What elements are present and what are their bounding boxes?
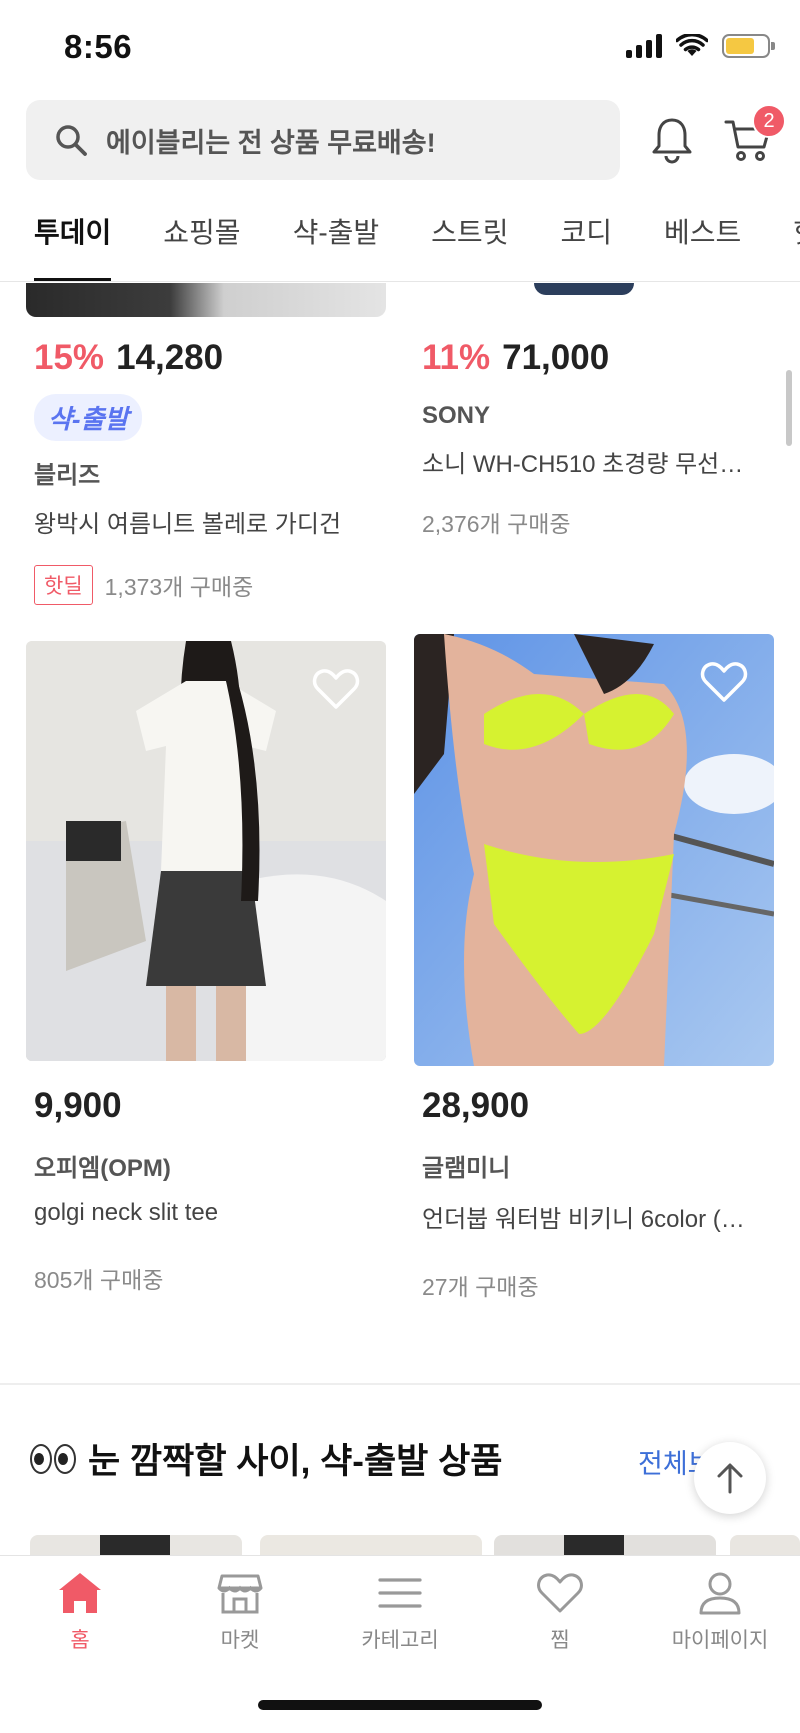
status-bar: 8:56 <box>0 0 800 96</box>
product-card[interactable]: 28,900 글램미니 언더붑 워터밤 비키니 6color (… 27개 구매… <box>422 1086 762 1302</box>
purchase-count: 2,376개 구매중 <box>422 511 571 537</box>
cart-button[interactable]: 2 <box>718 104 786 170</box>
price-row: 28,900 <box>422 1086 762 1126</box>
nav-home[interactable]: 홈 <box>0 1570 160 1654</box>
price: 9,900 <box>34 1086 122 1125</box>
product-name: golgi neck slit tee <box>34 1199 219 1226</box>
price-row: 9,900 <box>34 1086 396 1126</box>
discount-rate: 15% <box>34 338 105 377</box>
status-icons <box>626 34 775 58</box>
tab-hot[interactable]: 핫 <box>767 200 800 281</box>
section-title-text: 눈 깜짝할 사이, 샥-출발 상품 <box>88 1442 503 1481</box>
tab-shopping-mall[interactable]: 쇼핑몰 <box>137 200 266 281</box>
battery-icon <box>722 34 775 58</box>
search-placeholder: 에이블리는 전 상품 무료배송! <box>106 127 436 158</box>
product-image[interactable] <box>414 283 774 297</box>
search-input[interactable]: 에이블리는 전 상품 무료배송! <box>26 100 620 180</box>
purchase-count: 1,373개 구매중 <box>104 574 254 600</box>
product-card[interactable]: 9,900 오피엠(OPM) golgi neck slit tee 805개 … <box>34 1086 396 1295</box>
scrollbar[interactable] <box>786 370 792 446</box>
brand-name[interactable]: 오피엠(OPM) <box>34 1148 396 1183</box>
nav-label: 홈 <box>70 1629 90 1652</box>
tab-street[interactable]: 스트릿 <box>405 200 534 281</box>
section-title: 눈 깜짝할 사이, 샥-출발 상품 <box>30 1433 502 1484</box>
purchase-count: 805개 구매중 <box>34 1267 164 1293</box>
tab-best[interactable]: 베스트 <box>638 200 767 281</box>
product-image[interactable] <box>26 641 386 1061</box>
nav-label: 찜 <box>550 1629 570 1652</box>
product-name: 왕박시 여름니트 볼레로 가디건 <box>34 511 342 538</box>
price-row: 15% 14,280 <box>34 338 396 378</box>
product-meta: 27개 구매중 <box>422 1268 762 1302</box>
nav-category[interactable]: 카테고리 <box>320 1570 480 1654</box>
tab-today[interactable]: 투데이 <box>0 200 137 281</box>
nav-label: 마이페이지 <box>671 1629 769 1652</box>
product-meta: 805개 구매중 <box>34 1261 396 1295</box>
section-divider <box>0 1383 800 1385</box>
cart-count-badge: 2 <box>752 104 786 138</box>
scroll-to-top-button[interactable] <box>694 1442 766 1514</box>
product-image[interactable] <box>26 283 386 317</box>
nav-mypage[interactable]: 마이페이지 <box>640 1570 800 1654</box>
status-time: 8:56 <box>64 28 133 65</box>
price: 28,900 <box>422 1086 530 1125</box>
product-card[interactable]: 15% 14,280 샥-출발 블리즈 왕박시 여름니트 볼레로 가디건 핫딜 … <box>34 338 396 605</box>
brand-name[interactable]: SONY <box>422 402 762 430</box>
product-thumbnail[interactable] <box>30 1535 242 1557</box>
product-card[interactable]: 11% 71,000 SONY 소니 WH-CH510 초경량 무선… 2,37… <box>422 338 762 539</box>
discount-rate: 11% <box>422 338 491 377</box>
bell-icon <box>652 118 692 164</box>
product-thumbnail[interactable] <box>730 1535 800 1557</box>
tab-coordi[interactable]: 코디 <box>534 200 638 281</box>
notification-button[interactable] <box>642 110 702 170</box>
nav-label: 마켓 <box>220 1629 260 1652</box>
product-name: 언더붑 워터밤 비키니 6color (… <box>422 1206 745 1233</box>
purchase-count: 27개 구매중 <box>422 1274 539 1300</box>
eyes-emoji-icon <box>30 1443 76 1474</box>
price-row: 11% 71,000 <box>422 338 762 378</box>
heart-icon <box>537 1573 583 1613</box>
product-meta: 핫딜 1,373개 구매중 <box>34 565 396 605</box>
menu-icon <box>378 1578 422 1608</box>
category-tabs: 투데이 쇼핑몰 샥-출발 스트릿 코디 베스트 핫 <box>0 200 800 282</box>
hot-deal-badge: 핫딜 <box>34 565 93 605</box>
wishlist-heart-icon[interactable] <box>700 660 748 704</box>
arrow-up-icon <box>717 1463 743 1494</box>
tab-fast-delivery[interactable]: 샥-출발 <box>267 200 406 281</box>
person-icon <box>699 1572 741 1615</box>
search-icon <box>56 125 87 156</box>
wishlist-heart-icon[interactable] <box>312 667 360 711</box>
brand-name[interactable]: 글램미니 <box>422 1148 762 1183</box>
brand-name[interactable]: 블리즈 <box>34 455 396 490</box>
product-meta: 2,376개 구매중 <box>422 505 762 539</box>
fast-delivery-chip: 샥-출발 <box>34 394 143 441</box>
price: 71,000 <box>502 338 610 377</box>
home-icon <box>59 1573 101 1613</box>
cellular-signal-icon <box>626 34 662 58</box>
home-indicator[interactable] <box>258 1700 542 1710</box>
wifi-icon <box>676 34 708 56</box>
store-icon <box>217 1574 263 1614</box>
product-thumbnail[interactable] <box>260 1535 482 1557</box>
nav-market[interactable]: 마켓 <box>160 1570 320 1654</box>
product-thumbnail[interactable] <box>494 1535 716 1557</box>
product-image[interactable] <box>414 634 774 1066</box>
nav-label: 카테고리 <box>361 1629 439 1652</box>
nav-wishlist[interactable]: 찜 <box>480 1570 640 1654</box>
price: 14,280 <box>116 338 224 377</box>
product-name: 소니 WH-CH510 초경량 무선… <box>422 451 744 478</box>
